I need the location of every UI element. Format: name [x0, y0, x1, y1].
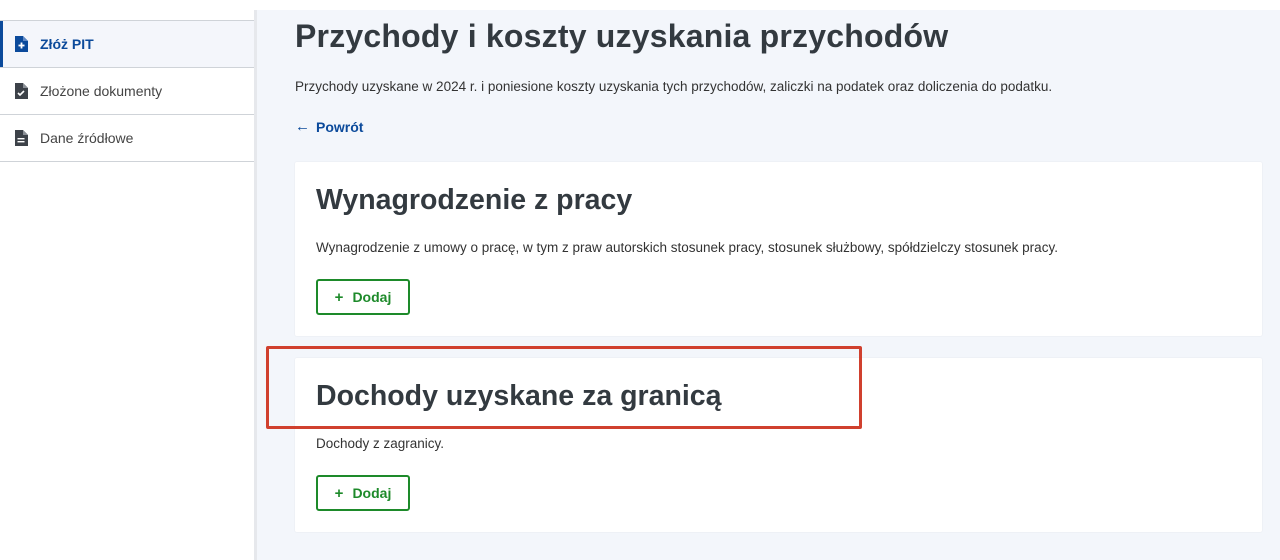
back-link[interactable]: ← Powrót — [295, 118, 363, 135]
card-title: Dochody uzyskane za granicą — [316, 380, 722, 412]
income-card-salary: Wynagrodzenie z pracy Wynagrodzenie z um… — [295, 162, 1262, 336]
sidebar-item-label: Dane źródłowe — [40, 130, 134, 146]
plus-icon: + — [334, 484, 344, 502]
arrow-left-icon: ← — [295, 118, 310, 135]
file-check-icon — [14, 83, 28, 99]
sidebar-nav: Złóż PIT Złożone dokumenty Dane źródłowe — [0, 20, 254, 162]
card-description: Dochody z zagranicy. — [316, 436, 445, 451]
sidebar-item-label: Złóż PIT — [40, 36, 94, 52]
add-foreign-income-button[interactable]: + Dodaj — [316, 475, 410, 511]
add-button-label: Dodaj — [352, 485, 392, 501]
income-card-foreign: Dochody uzyskane za granicą Dochody z za… — [295, 358, 1262, 532]
main-content: Przychody i koszty uzyskania przychodów … — [257, 10, 1280, 560]
back-link-label: Powrót — [316, 118, 364, 135]
card-title: Wynagrodzenie z pracy — [316, 184, 633, 216]
sidebar-item-zloz-pit[interactable]: Złóż PIT — [0, 21, 254, 68]
sidebar-item-label: Złożone dokumenty — [40, 83, 163, 99]
add-button-label: Dodaj — [352, 289, 392, 305]
plus-icon: + — [334, 288, 344, 306]
add-salary-button[interactable]: + Dodaj — [316, 279, 410, 315]
sidebar-item-dane-zrodlowe[interactable]: Dane źródłowe — [0, 115, 254, 162]
sidebar: Złóż PIT Złożone dokumenty Dane źródłowe — [0, 0, 254, 560]
card-description: Wynagrodzenie z umowy o pracę, w tym z p… — [316, 240, 1058, 255]
sidebar-item-zlozone-dokumenty[interactable]: Złożone dokumenty — [0, 68, 254, 115]
page-description: Przychody uzyskane w 2024 r. i poniesion… — [295, 79, 1053, 94]
page-title: Przychody i koszty uzyskania przychodów — [295, 18, 949, 54]
file-add-icon — [14, 36, 28, 52]
file-text-icon — [14, 130, 28, 146]
